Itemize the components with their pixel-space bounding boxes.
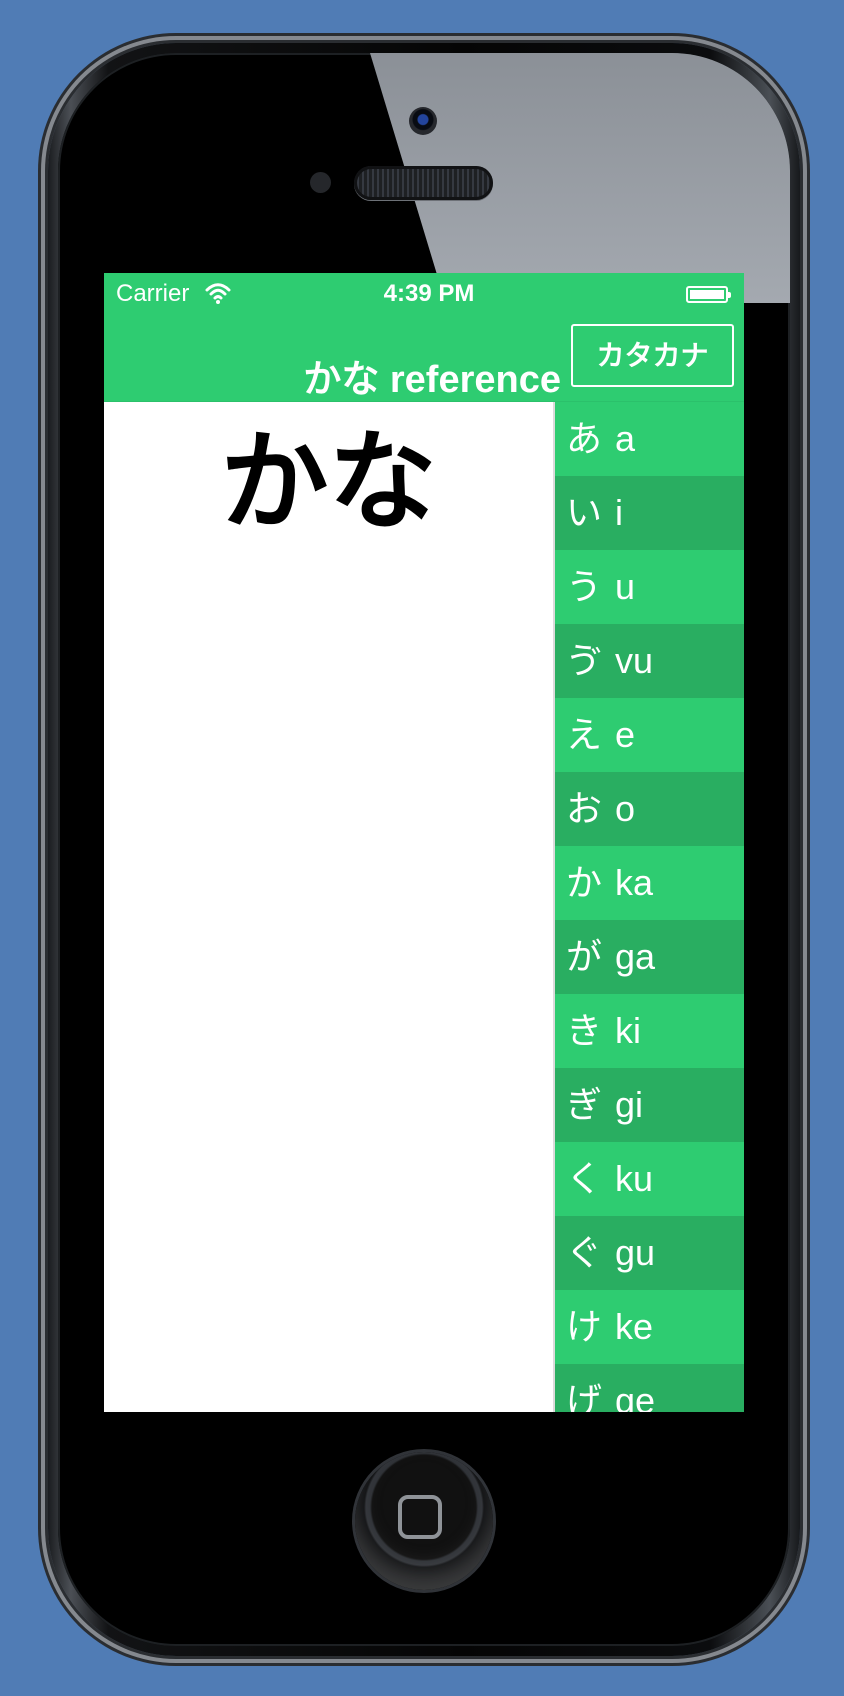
device-screenshot: Carrier 4:39 PM かな reference カタカナ かな あa <box>0 0 844 1696</box>
kana-character: あ <box>565 418 602 459</box>
detail-kana-title: かな <box>220 421 437 542</box>
romaji-label: ku <box>615 1158 654 1199</box>
kana-character: か <box>565 862 602 903</box>
navigation-bar: かな reference カタカナ <box>104 318 744 402</box>
romaji-label: i <box>615 492 623 533</box>
kana-list-item-ka[interactable]: か ka <box>555 846 744 920</box>
romaji-label: u <box>615 566 636 607</box>
kana-character: う <box>565 566 602 607</box>
wifi-icon <box>205 283 231 304</box>
kana-character: け <box>565 1306 602 1347</box>
kana-list-item-e[interactable]: えe <box>555 698 744 772</box>
main-content: かな あa いi うu ゔ vu えe おo か ka が ga き ki ぎ … <box>104 402 744 1412</box>
kana-list-item-u[interactable]: うu <box>555 550 744 624</box>
kana-list-item-ge[interactable]: げ ge <box>555 1364 744 1412</box>
kana-list[interactable]: あa いi うu ゔ vu えe おo か ka が ga き ki ぎ gi … <box>553 402 744 1412</box>
carrier-label: Carrier <box>116 280 190 307</box>
kana-list-item-a[interactable]: あa <box>555 402 744 476</box>
app-screen: Carrier 4:39 PM かな reference カタカナ かな あa <box>104 273 744 1412</box>
romaji-label: ka <box>615 862 654 903</box>
kana-list-item-ga[interactable]: が ga <box>555 920 744 994</box>
romaji-label: o <box>615 788 636 829</box>
front-camera <box>409 107 437 135</box>
kana-list-item-vu[interactable]: ゔ vu <box>555 624 744 698</box>
page-title: かな reference <box>303 359 561 402</box>
battery-icon <box>686 286 731 303</box>
kana-character: い <box>565 492 602 533</box>
kana-list-item-gu[interactable]: ぐ gu <box>555 1216 744 1290</box>
katakana-toggle-button[interactable]: カタカナ <box>571 324 734 387</box>
kana-character: ゔ <box>565 640 602 681</box>
romaji-label: vu <box>615 640 654 681</box>
romaji-label: ga <box>615 936 656 977</box>
kana-list-item-o[interactable]: おo <box>555 772 744 846</box>
kana-character: お <box>565 788 602 829</box>
kana-character: げ <box>565 1380 602 1412</box>
kana-list-item-gi[interactable]: ぎ gi <box>555 1068 744 1142</box>
kana-character: え <box>565 714 602 755</box>
romaji-label: e <box>615 714 636 755</box>
volume-up-button <box>38 384 48 434</box>
status-time: 4:39 PM <box>383 280 475 307</box>
kana-character: く <box>565 1158 602 1199</box>
volume-down-button <box>38 508 48 558</box>
home-button[interactable] <box>355 1452 493 1590</box>
proximity-sensor <box>310 172 331 193</box>
romaji-label: gi <box>615 1084 644 1125</box>
kana-character: き <box>565 1010 602 1051</box>
romaji-label: a <box>615 418 636 459</box>
mute-switch <box>38 246 48 307</box>
status-bar: Carrier 4:39 PM <box>104 273 744 318</box>
kana-list-item-ku[interactable]: く ku <box>555 1142 744 1216</box>
kana-list-item-i[interactable]: いi <box>555 476 744 550</box>
romaji-label: gu <box>615 1232 656 1273</box>
kana-character: ぎ <box>565 1084 602 1125</box>
kana-list-item-ke[interactable]: け ke <box>555 1290 744 1364</box>
kana-character: が <box>565 936 602 977</box>
home-square-icon <box>398 1495 442 1539</box>
earpiece-speaker <box>354 166 493 200</box>
kana-character: ぐ <box>565 1232 602 1273</box>
kana-detail-panel: かな <box>104 402 553 1412</box>
romaji-label: ki <box>615 1010 641 1051</box>
romaji-label: ge <box>615 1380 656 1412</box>
kana-list-item-ki[interactable]: き ki <box>555 994 744 1068</box>
romaji-label: ke <box>615 1306 654 1347</box>
